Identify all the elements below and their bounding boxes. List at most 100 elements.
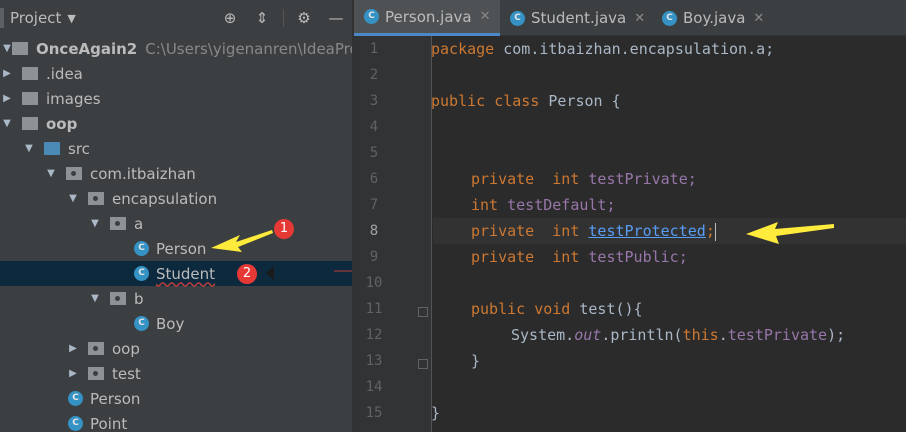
expand-arrow-icon[interactable]: ▼ xyxy=(90,218,100,229)
tree-item-encapsulation[interactable]: ▼ encapsulation xyxy=(0,186,352,211)
package-icon xyxy=(88,342,104,355)
source-folder-icon xyxy=(44,142,60,155)
code-line-9[interactable]: private int testPublic; xyxy=(471,244,688,270)
code-line-7[interactable]: int testDefault; xyxy=(471,192,616,218)
code-line-12[interactable]: System.out.println(this.testPrivate); xyxy=(511,322,845,348)
code-line-15[interactable]: } xyxy=(431,400,440,426)
code-line-13[interactable]: } xyxy=(471,348,480,374)
tree-item-src[interactable]: ▼ src xyxy=(0,136,352,161)
tree-item-com-itbaizhan[interactable]: ▼ com.itbaizhan xyxy=(0,161,352,186)
tree-item-package-b[interactable]: ▼ b xyxy=(0,286,352,311)
tree-item-label: src xyxy=(68,139,90,158)
class-icon: C xyxy=(134,316,149,331)
editor-panel: C Person.java ✕ C Student.java ✕ C Boy.j… xyxy=(354,0,906,432)
tree-item-person[interactable]: C Person xyxy=(0,236,352,261)
project-panel: Project ▼ ⊕ ⇕ ⚙ — ▼ OnceAgain2 C:\Users\… xyxy=(0,0,352,432)
project-view-selector[interactable]: Project ▼ xyxy=(0,8,76,28)
fold-marker-icon[interactable] xyxy=(418,307,428,317)
package-icon xyxy=(110,292,126,305)
tree-item-point[interactable]: C Point xyxy=(0,411,352,432)
package-icon xyxy=(66,167,82,180)
code-line-11[interactable]: public void test(){ xyxy=(471,296,643,322)
tree-item-label: Student xyxy=(156,264,216,283)
class-icon: C xyxy=(662,10,677,26)
tree-item-onceagain2[interactable]: ▼ OnceAgain2 C:\Users\yigenanren\IdeaPro… xyxy=(0,36,352,61)
close-icon[interactable]: ✕ xyxy=(634,11,645,26)
tree-item-student[interactable]: C Student xyxy=(0,261,352,286)
annotation-badge-2: 2 xyxy=(237,264,257,284)
fold-marker-icon[interactable] xyxy=(418,359,428,369)
tree-item-oop-package[interactable]: ▶ oop xyxy=(0,336,352,361)
tree-item-person-root[interactable]: C Person xyxy=(0,386,352,411)
annotation-badge-1: 1 xyxy=(274,219,294,239)
collapse-arrow-icon[interactable]: ▶ xyxy=(2,68,12,79)
module-folder-icon xyxy=(22,117,38,130)
project-path: C:\Users\yigenanren\IdeaProjec xyxy=(145,39,352,58)
collapse-arrow-icon[interactable]: ▶ xyxy=(68,343,78,354)
expand-arrow-icon[interactable]: ▼ xyxy=(2,43,12,54)
package-icon xyxy=(88,367,104,380)
collapse-icon[interactable]: ⇕ xyxy=(252,8,272,28)
code-line-1[interactable]: package com.itbaizhan.encapsulation.a; xyxy=(431,36,774,62)
collapse-arrow-icon[interactable]: ▶ xyxy=(68,368,78,379)
class-icon: C xyxy=(68,391,83,406)
expand-arrow-icon[interactable]: ▼ xyxy=(24,143,34,154)
project-tool-icon xyxy=(0,8,4,28)
line-number: 11 xyxy=(365,301,383,317)
tree-item-label: Person xyxy=(156,239,207,258)
line-number: 13 xyxy=(365,353,383,369)
tree-item-boy[interactable]: C Boy xyxy=(0,311,352,336)
code-line-3[interactable]: public class Person { xyxy=(431,88,621,114)
tab-boy-java[interactable]: C Boy.java ✕ xyxy=(652,0,782,36)
project-panel-title: Project xyxy=(10,9,62,27)
class-icon: C xyxy=(510,10,525,26)
tab-label: Boy.java xyxy=(683,9,746,27)
line-number-gutter[interactable]: 1 2 3 4 5 6 7 8 9 10 11 12 13 14 15 xyxy=(354,36,432,432)
package-icon xyxy=(88,192,104,205)
tree-item-label: .idea xyxy=(46,64,83,83)
line-number: 4 xyxy=(369,119,379,135)
line-number: 3 xyxy=(369,93,379,109)
expand-arrow-icon[interactable]: ▼ xyxy=(46,168,56,179)
tree-item-label: oop xyxy=(112,339,140,358)
close-icon[interactable]: ✕ xyxy=(480,9,491,24)
line-number: 9 xyxy=(369,249,379,265)
class-icon: C xyxy=(68,416,83,431)
class-icon: C xyxy=(134,266,149,281)
tab-student-java[interactable]: C Student.java ✕ xyxy=(500,0,652,36)
line-number: 7 xyxy=(369,197,379,213)
crosshair-icon[interactable]: ⊕ xyxy=(220,8,240,28)
expand-arrow-icon[interactable]: ▼ xyxy=(2,118,12,129)
line-number: 14 xyxy=(365,379,383,395)
test-protected-link: testProtected xyxy=(588,222,706,240)
line-number-current: 8 xyxy=(369,223,379,239)
tree-item-package-a[interactable]: ▼ a xyxy=(0,211,352,236)
line-number: 5 xyxy=(369,145,379,161)
expand-arrow-icon[interactable]: ▼ xyxy=(90,293,100,304)
tree-item-label: test xyxy=(112,364,141,383)
gear-icon[interactable]: ⚙ xyxy=(294,8,314,28)
line-number: 6 xyxy=(369,171,379,187)
tree-item-label: OnceAgain2 xyxy=(36,39,138,58)
header-divider xyxy=(283,9,284,27)
code-line-6[interactable]: private int testPrivate; xyxy=(471,166,697,192)
chevron-down-icon: ▼ xyxy=(67,11,76,25)
text-cursor xyxy=(714,222,716,241)
code-line-8[interactable]: private int testProtected; xyxy=(471,218,716,244)
line-number: 15 xyxy=(365,405,383,421)
collapse-arrow-icon[interactable]: ▶ xyxy=(2,93,12,104)
tree-item-oop-module[interactable]: ▼ oop xyxy=(0,111,352,136)
class-icon: C xyxy=(134,241,149,256)
folder-icon xyxy=(22,67,38,80)
tree-item-idea[interactable]: ▶ .idea xyxy=(0,61,352,86)
tab-person-java[interactable]: C Person.java ✕ xyxy=(354,0,500,36)
tree-item-test[interactable]: ▶ test xyxy=(0,361,352,386)
tree-item-images[interactable]: ▶ images xyxy=(0,86,352,111)
minimize-icon[interactable]: — xyxy=(326,8,346,28)
tree-item-label: com.itbaizhan xyxy=(90,164,196,183)
expand-arrow-icon[interactable]: ▼ xyxy=(68,193,78,204)
tree-item-label: Person xyxy=(90,389,141,408)
close-icon[interactable]: ✕ xyxy=(753,11,764,26)
module-folder-icon xyxy=(12,42,28,55)
line-number: 1 xyxy=(369,41,379,57)
